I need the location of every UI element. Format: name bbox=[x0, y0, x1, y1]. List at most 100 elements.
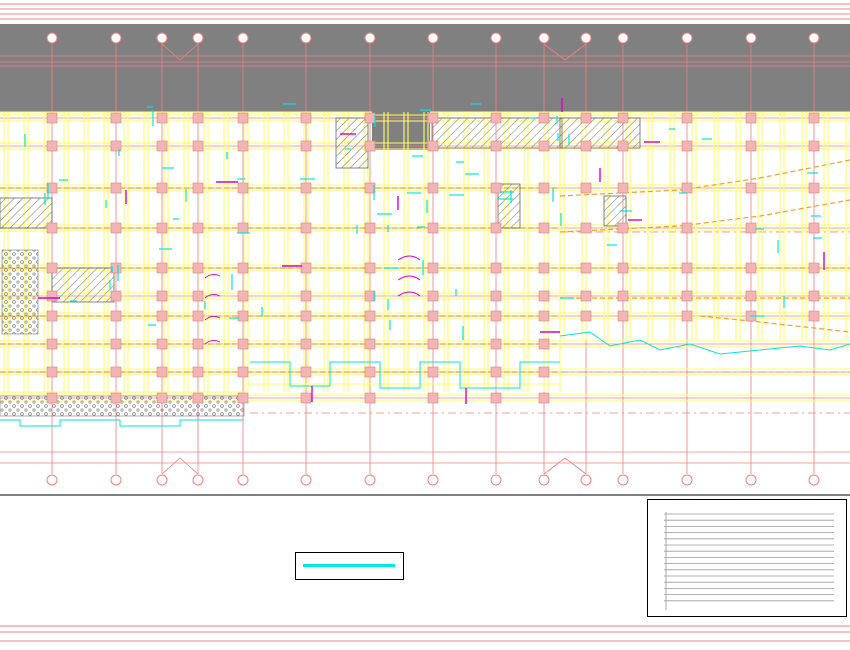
column bbox=[427, 290, 439, 302]
column bbox=[192, 392, 204, 404]
grid-bubble bbox=[580, 32, 592, 44]
column bbox=[46, 338, 58, 350]
column bbox=[156, 140, 168, 152]
column bbox=[237, 392, 249, 404]
column bbox=[490, 112, 502, 124]
column bbox=[364, 366, 376, 378]
column bbox=[490, 222, 502, 234]
column bbox=[538, 140, 550, 152]
column bbox=[237, 366, 249, 378]
column bbox=[427, 222, 439, 234]
column bbox=[110, 392, 122, 404]
column bbox=[580, 290, 592, 302]
column bbox=[300, 262, 312, 274]
column bbox=[364, 140, 376, 152]
grid-bubble bbox=[192, 474, 204, 486]
column bbox=[192, 366, 204, 378]
column bbox=[110, 338, 122, 350]
grid-bubble bbox=[538, 32, 550, 44]
column bbox=[364, 392, 376, 404]
column bbox=[745, 140, 757, 152]
column bbox=[110, 310, 122, 322]
legend-box bbox=[295, 552, 404, 580]
column bbox=[364, 310, 376, 322]
grid-bubble bbox=[156, 474, 168, 486]
column bbox=[364, 222, 376, 234]
column bbox=[490, 310, 502, 322]
grid-bubble bbox=[364, 474, 376, 486]
grid-bubble bbox=[237, 32, 249, 44]
bottom-border-lines bbox=[0, 625, 850, 642]
column bbox=[617, 112, 629, 124]
column bbox=[110, 366, 122, 378]
grid-bubble bbox=[808, 32, 820, 44]
column bbox=[156, 222, 168, 234]
column bbox=[617, 262, 629, 274]
column bbox=[110, 290, 122, 302]
grid-bubble bbox=[427, 474, 439, 486]
grid-bubble bbox=[538, 474, 550, 486]
grid-bubble bbox=[681, 32, 693, 44]
column bbox=[300, 290, 312, 302]
column bbox=[156, 366, 168, 378]
column bbox=[490, 140, 502, 152]
column bbox=[46, 140, 58, 152]
grid-bubble bbox=[745, 474, 757, 486]
column bbox=[580, 140, 592, 152]
bottom-grid-lines bbox=[0, 451, 850, 464]
column bbox=[300, 366, 312, 378]
column bbox=[46, 290, 58, 302]
column bbox=[617, 222, 629, 234]
grid-bubble bbox=[46, 32, 58, 44]
column bbox=[745, 262, 757, 274]
grid-bubble bbox=[156, 32, 168, 44]
column bbox=[364, 262, 376, 274]
column bbox=[808, 112, 820, 124]
column bbox=[192, 262, 204, 274]
grid-bubble bbox=[427, 32, 439, 44]
column bbox=[300, 182, 312, 194]
column bbox=[681, 140, 693, 152]
column bbox=[617, 310, 629, 322]
column bbox=[110, 182, 122, 194]
grid-bubbles-bottom bbox=[46, 474, 820, 486]
column bbox=[192, 338, 204, 350]
column bbox=[681, 112, 693, 124]
column bbox=[617, 182, 629, 194]
grid-leader bbox=[564, 457, 587, 475]
grid-bubble bbox=[300, 474, 312, 486]
column bbox=[46, 222, 58, 234]
column bbox=[490, 182, 502, 194]
grid-bubble bbox=[110, 32, 122, 44]
column bbox=[192, 182, 204, 194]
column bbox=[237, 338, 249, 350]
column bbox=[580, 222, 592, 234]
column bbox=[427, 310, 439, 322]
grid-bubble bbox=[617, 32, 629, 44]
grid-bubble bbox=[364, 32, 376, 44]
column bbox=[681, 262, 693, 274]
grid-bubble bbox=[490, 474, 502, 486]
top-border-lines bbox=[0, 3, 850, 20]
grid-bubble bbox=[192, 32, 204, 44]
column bbox=[300, 140, 312, 152]
column bbox=[427, 366, 439, 378]
column bbox=[192, 310, 204, 322]
column bbox=[237, 182, 249, 194]
column bbox=[427, 182, 439, 194]
column bbox=[46, 262, 58, 274]
column bbox=[538, 366, 550, 378]
column bbox=[364, 112, 376, 124]
column bbox=[808, 262, 820, 274]
column bbox=[745, 222, 757, 234]
column bbox=[300, 310, 312, 322]
column bbox=[681, 310, 693, 322]
column bbox=[46, 112, 58, 124]
column bbox=[156, 338, 168, 350]
grid-bubble bbox=[300, 32, 312, 44]
column bbox=[538, 112, 550, 124]
column bbox=[538, 262, 550, 274]
grid-bubble bbox=[237, 474, 249, 486]
column bbox=[538, 222, 550, 234]
column bbox=[538, 392, 550, 404]
